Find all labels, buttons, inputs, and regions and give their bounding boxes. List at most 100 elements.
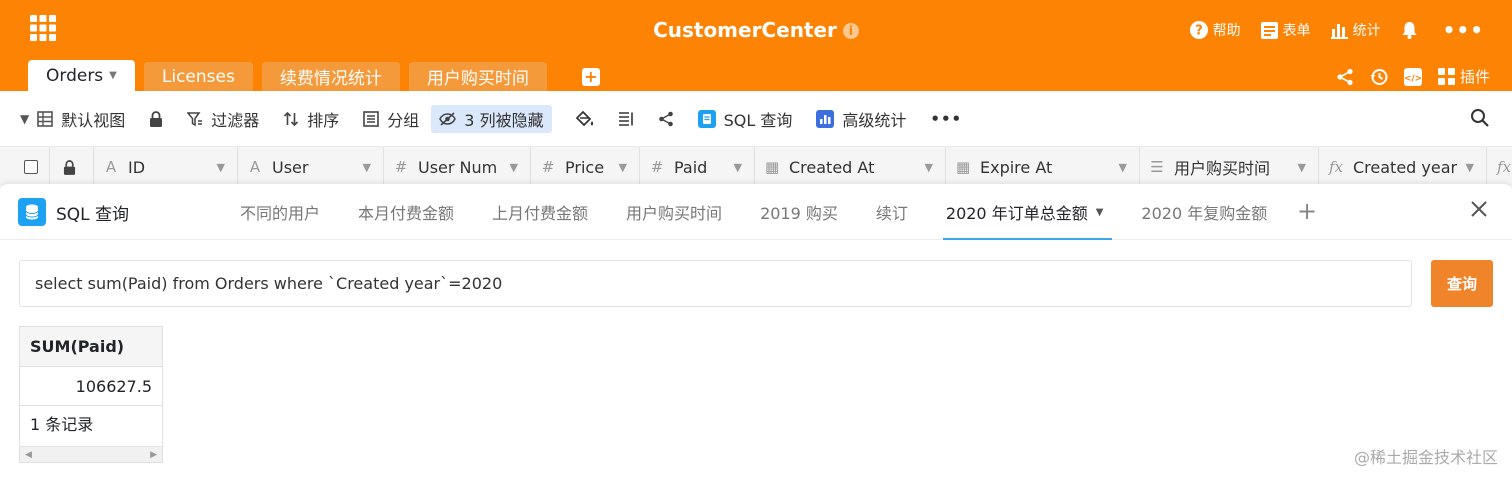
stats-button[interactable]: 统计	[1330, 20, 1381, 40]
share-icon	[658, 111, 673, 126]
sql-query-label: SQL 查询	[723, 110, 793, 130]
query-tab[interactable]: 不同的用户	[240, 184, 320, 240]
help-icon: ?	[1189, 21, 1208, 39]
close-icon[interactable]	[1470, 200, 1488, 218]
column-name: Created At	[789, 157, 875, 177]
chevron-down-icon[interactable]: ▼	[217, 161, 225, 174]
chevron-down-icon[interactable]: ▼	[619, 161, 627, 174]
query-tab[interactable]: 2019 购买	[760, 184, 838, 240]
search-icon[interactable]	[1470, 108, 1490, 128]
text-type-icon: A	[249, 158, 261, 176]
lock-column-cell[interactable]	[50, 147, 94, 187]
sql-query-button[interactable]: SQL 查询	[697, 107, 793, 131]
info-icon[interactable]: i	[842, 23, 859, 39]
hidden-columns-button[interactable]: 3 列被隐藏	[431, 104, 552, 133]
link-type-icon: ☰	[1150, 158, 1164, 176]
chevron-down-icon[interactable]: ▼	[510, 161, 518, 174]
chevron-down-icon[interactable]: ▼	[1096, 207, 1104, 218]
column-name: 用户购买时间	[1174, 159, 1271, 178]
query-tab[interactable]: 本月付费金额	[358, 184, 454, 240]
view-selector[interactable]: ▼ 默认视图	[20, 107, 125, 131]
chevron-down-icon[interactable]: ▼	[1119, 161, 1127, 174]
select-all-checkbox[interactable]	[24, 160, 38, 174]
svg-text:?: ?	[1195, 24, 1203, 39]
column-header-purchase-time[interactable]: ☰ 用户购买时间 ▼	[1140, 147, 1319, 187]
column-header-created-year[interactable]: fx Created year ▼	[1319, 147, 1487, 187]
chevron-down-icon[interactable]: ▼	[1466, 161, 1474, 174]
horizontal-scrollbar[interactable]: ◀ ▶	[20, 446, 162, 462]
notification-button[interactable]	[1401, 21, 1423, 39]
help-label: 帮助	[1212, 23, 1241, 39]
share-icon[interactable]	[1336, 68, 1354, 86]
tab-renewal-stats[interactable]: 续费情况统计	[261, 62, 400, 91]
column-header-user-num[interactable]: # User Num ▼	[384, 147, 531, 187]
share-view-button[interactable]	[658, 111, 674, 127]
date-type-icon: ▦	[956, 158, 971, 176]
column-header-price[interactable]: # Price ▼	[531, 147, 640, 187]
lock-icon	[150, 110, 163, 127]
filter-button[interactable]: 过滤器	[187, 107, 259, 131]
tab-orders[interactable]: Orders ▼	[28, 60, 135, 91]
column-header-paid[interactable]: # Paid ▼	[640, 147, 755, 187]
sql-icon	[697, 109, 716, 128]
view-toolbar: ▼ 默认视图 过滤器 排序 分组 3 列被隐藏 SQL 查询 高级统计 •••	[0, 91, 1512, 146]
query-tab-active[interactable]: 2020 年订单总金额 ▼	[942, 184, 1112, 240]
column-name: User Num	[418, 157, 498, 177]
form-label: 表单	[1282, 23, 1311, 39]
query-tab[interactable]: 2020 年复购金额	[1141, 184, 1267, 240]
row-height-button[interactable]	[618, 111, 634, 127]
tab-purchase-time[interactable]: 用户购买时间	[408, 62, 547, 91]
tab-licenses[interactable]: Licenses	[143, 62, 253, 91]
bell-icon	[1402, 22, 1417, 39]
chevron-down-icon[interactable]: ▼	[363, 161, 371, 174]
run-query-button[interactable]: 查询	[1431, 260, 1493, 307]
add-query-button[interactable]: +	[1297, 198, 1317, 224]
header-actions: ? 帮助 表单 统计 •••	[1170, 18, 1484, 42]
lock-view-button[interactable]	[149, 110, 163, 127]
scroll-left-icon[interactable]: ◀	[25, 450, 32, 460]
column-header-user[interactable]: A User ▼	[238, 147, 384, 187]
column-header-id[interactable]: A ID ▼	[94, 147, 238, 187]
help-button[interactable]: ? 帮助	[1189, 20, 1241, 40]
form-button[interactable]: 表单	[1260, 20, 1311, 40]
column-header-created-at[interactable]: ▦ Created At ▼	[755, 147, 946, 187]
chevron-down-icon[interactable]: ▼	[109, 70, 117, 81]
add-table-button[interactable]: +	[581, 68, 600, 86]
column-header-expire-at[interactable]: ▦ Expire At ▼	[946, 147, 1140, 187]
form-icon	[1260, 21, 1278, 39]
filter-icon	[187, 111, 203, 126]
eye-off-icon	[439, 111, 457, 126]
row-color-button[interactable]	[575, 110, 594, 128]
hidden-columns-label: 3 列被隐藏	[464, 110, 544, 130]
column-name: Created year	[1353, 157, 1458, 177]
sort-button[interactable]: 排序	[283, 107, 339, 131]
svg-text:</>: </>	[1404, 74, 1422, 84]
column-name: User	[272, 157, 309, 177]
query-tab[interactable]: 上月付费金额	[492, 184, 588, 240]
chevron-down-icon[interactable]: ▼	[925, 161, 933, 174]
advanced-stats-button[interactable]: 高级统计	[816, 107, 906, 131]
query-tab[interactable]: 续订	[876, 184, 908, 240]
text-type-icon: A	[105, 158, 117, 176]
chevron-down-icon[interactable]: ▼	[734, 161, 742, 174]
history-icon[interactable]	[1370, 68, 1388, 86]
watermark: @稀土掘金技术社区	[1353, 448, 1498, 467]
query-result-table: SUM(Paid) 106627.5 1 条记录 ◀ ▶	[19, 326, 163, 463]
chevron-down-icon[interactable]: ▼	[1298, 161, 1306, 174]
scroll-right-icon[interactable]: ▶	[150, 450, 157, 460]
group-button[interactable]: 分组	[363, 107, 419, 131]
sql-icon	[18, 198, 46, 226]
plugins-button[interactable]: 插件	[1437, 66, 1490, 87]
column-header-partial[interactable]: fx	[1487, 147, 1512, 187]
query-tab-label: 2020 年订单总金额	[945, 204, 1088, 223]
toolbar-more-button[interactable]: •••	[930, 110, 962, 128]
script-icon[interactable]: </>	[1403, 67, 1422, 86]
more-menu-button[interactable]: •••	[1443, 18, 1484, 42]
query-tab[interactable]: 用户购买时间	[626, 184, 722, 240]
stats-chart-icon	[816, 109, 835, 128]
formula-type-icon: fx	[1329, 158, 1344, 176]
group-icon	[363, 110, 380, 127]
sql-query-input[interactable]	[19, 260, 1412, 307]
result-record-count: 1 条记录	[30, 415, 94, 434]
plugins-label: 插件	[1459, 68, 1490, 86]
